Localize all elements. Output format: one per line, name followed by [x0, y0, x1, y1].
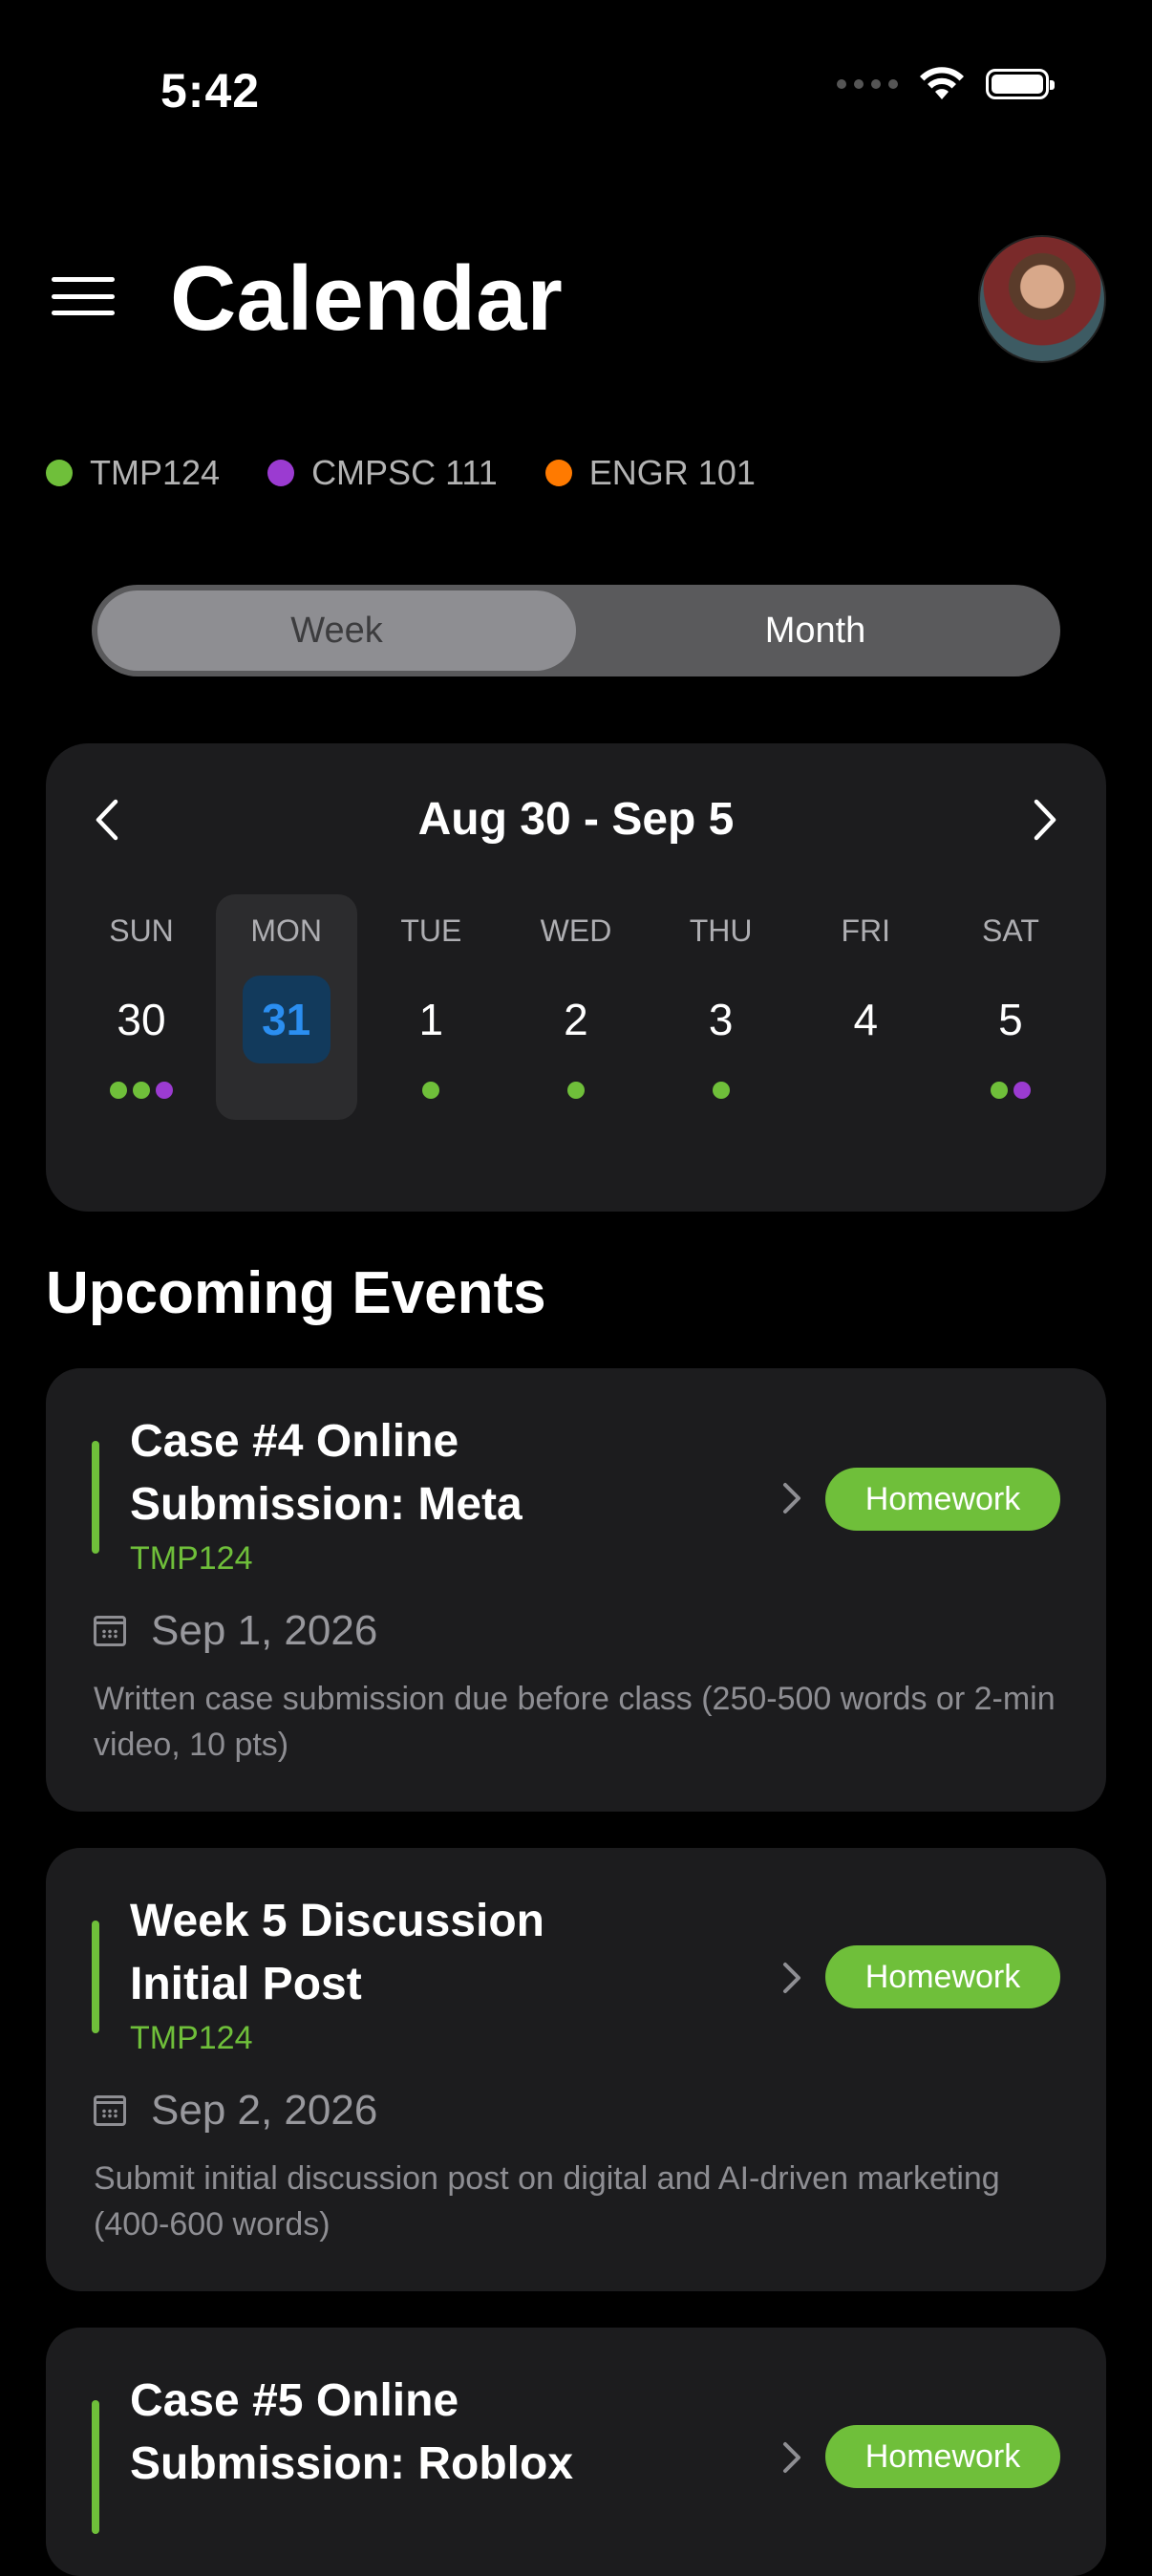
day-number: 2	[564, 995, 588, 1044]
event-card[interactable]: Case #5 Online Submission: Roblox Homewo…	[46, 2328, 1106, 2576]
day-number: 30	[117, 995, 166, 1044]
event-date-row: Sep 2, 2026	[94, 2087, 377, 2135]
day-number: 1	[418, 995, 444, 1044]
status-time: 5:42	[160, 64, 261, 118]
day-name: FRI	[841, 913, 891, 948]
event-title-line: Submission: Meta	[130, 1479, 523, 1530]
day-sat[interactable]: SAT 5	[940, 894, 1081, 1120]
event-title-line: Week 5 Discussion	[130, 1896, 544, 1946]
event-date: Sep 1, 2026	[151, 1607, 378, 1654]
legend-label: TMP124	[90, 453, 221, 492]
chevron-right-icon	[783, 2442, 800, 2473]
day-wed[interactable]: WED 2	[505, 894, 647, 1120]
week-range-title: Aug 30 - Sep 5	[417, 794, 735, 845]
event-dots	[712, 1082, 730, 1099]
day-number: 4	[853, 995, 879, 1044]
day-name: WED	[540, 913, 612, 948]
event-title-line: Case #5 Online	[130, 2375, 459, 2426]
week-days: SUN 30 MON 31 TUE 1 WED 2 THU 3 FRI 4 SA	[71, 894, 1081, 1120]
battery-icon	[986, 69, 1055, 99]
course-accent-bar	[92, 1441, 99, 1554]
event-course: TMP124	[130, 1540, 253, 1577]
wifi-icon	[920, 67, 964, 99]
event-dots	[110, 1082, 173, 1099]
tab-week[interactable]: Week	[97, 590, 576, 671]
day-number: 3	[708, 995, 734, 1044]
tab-month[interactable]: Month	[576, 590, 1055, 671]
event-title-line: Case #4 Online	[130, 1416, 459, 1467]
calendar-icon	[94, 1616, 126, 1646]
legend-label: ENGR 101	[588, 453, 756, 492]
event-type-badge: Homework	[825, 2425, 1060, 2488]
day-name: MON	[250, 913, 322, 948]
event-date-row: Sep 1, 2026	[94, 1607, 377, 1655]
event-dots	[422, 1082, 440, 1099]
menu-icon[interactable]	[52, 277, 115, 315]
legend-item-cmpsc-111: CMPSC 111	[267, 453, 498, 493]
event-course: TMP124	[130, 2020, 253, 2056]
chevron-right-icon	[1034, 799, 1056, 841]
legend-label: CMPSC 111	[311, 453, 498, 492]
event-dots	[990, 1082, 1031, 1099]
event-date: Sep 2, 2026	[151, 2087, 378, 2134]
day-name: TUE	[400, 913, 462, 948]
event-type-badge: Homework	[825, 1945, 1060, 2008]
cellular-signal-icon	[837, 79, 898, 89]
event-title: Case #5 Online Submission: Roblox	[130, 2370, 722, 2496]
day-fri[interactable]: FRI 4	[795, 894, 936, 1120]
legend-dot-icon	[544, 460, 572, 486]
course-legend: TMP124 CMPSC 111 ENGR 101	[46, 453, 756, 493]
event-dots	[566, 1082, 585, 1099]
avatar[interactable]	[978, 235, 1106, 363]
day-number: 5	[998, 995, 1023, 1044]
view-toggle: Week Month	[92, 585, 1060, 676]
legend-item-tmp124: TMP124	[46, 453, 220, 493]
event-card[interactable]: Case #4 Online Submission: Meta TMP124 H…	[46, 1368, 1106, 1812]
event-title-line: Submission: Roblox	[130, 2438, 574, 2489]
chevron-right-icon	[783, 1483, 800, 1513]
day-name: SUN	[109, 913, 174, 948]
event-title: Case #4 Online Submission: Meta	[130, 1410, 722, 1536]
day-tue[interactable]: TUE 1	[360, 894, 501, 1120]
page-title: Calendar	[170, 247, 563, 350]
day-thu[interactable]: THU 3	[651, 894, 792, 1120]
event-type-badge: Homework	[825, 1468, 1060, 1531]
day-name: THU	[689, 913, 753, 948]
legend-item-engr-101: ENGR 101	[544, 453, 756, 493]
day-mon[interactable]: MON 31	[215, 894, 357, 1120]
legend-dot-icon	[267, 460, 295, 486]
chevron-right-icon	[783, 1963, 800, 1993]
day-name: SAT	[982, 913, 1039, 948]
course-accent-bar	[92, 2400, 99, 2534]
day-number: 31	[242, 976, 331, 1063]
course-accent-bar	[92, 1921, 99, 2033]
event-title: Week 5 Discussion Initial Post	[130, 1890, 722, 2016]
week-calendar-card: Aug 30 - Sep 5 SUN 30 MON 31 TUE 1 WED 2…	[46, 743, 1106, 1212]
event-title-line: Initial Post	[130, 1959, 362, 2009]
legend-dot-icon	[46, 460, 73, 486]
upcoming-events-title: Upcoming Events	[46, 1260, 546, 1326]
event-card[interactable]: Week 5 Discussion Initial Post TMP124 Ho…	[46, 1848, 1106, 2291]
status-indicators	[837, 67, 1055, 101]
calendar-icon	[94, 2095, 126, 2126]
day-sun[interactable]: SUN 30	[71, 894, 212, 1120]
event-description: Submit initial discussion post on digita…	[94, 2160, 1000, 2243]
next-week-button[interactable]	[1016, 791, 1074, 848]
event-description: Written case submission due before class…	[94, 1681, 1056, 1763]
